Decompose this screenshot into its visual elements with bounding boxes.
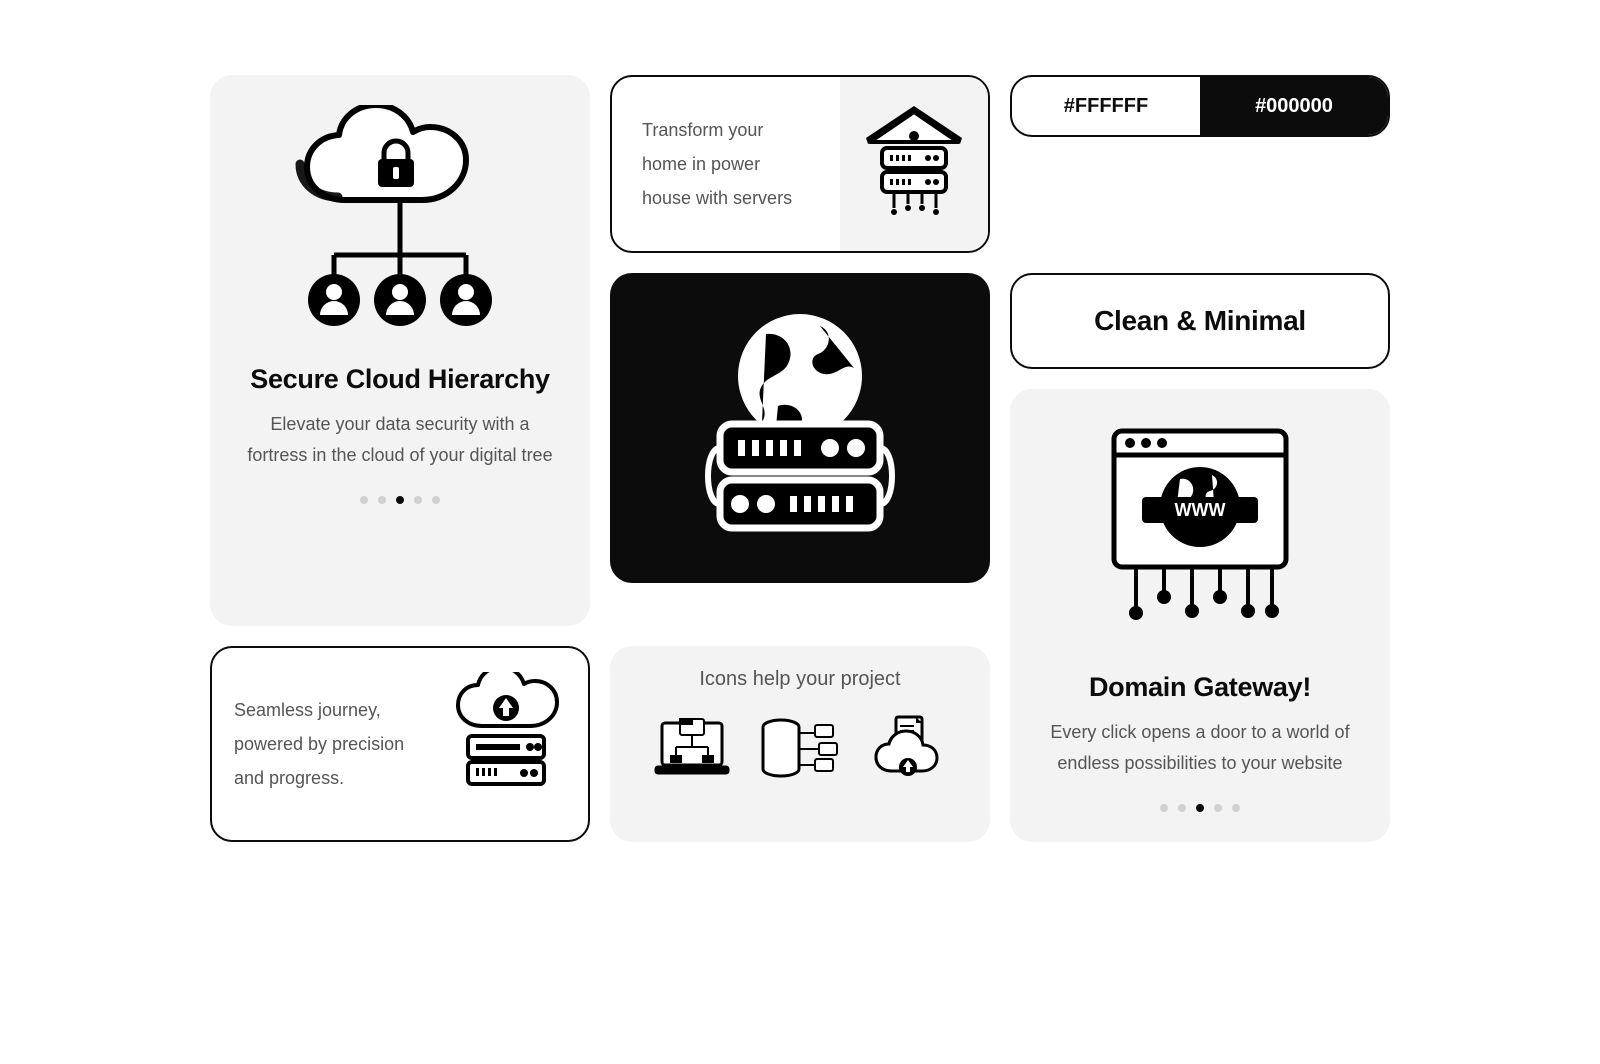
card-seamless-journey: Seamless journey, powered by precision a… [210, 646, 590, 842]
card-title: Domain Gateway! [1089, 672, 1311, 703]
card-description: Every click opens a door to a world of e… [1040, 717, 1360, 778]
card-clean-minimal: Clean & Minimal [1010, 273, 1390, 369]
browser-www-network-icon: WWW [1100, 419, 1300, 644]
color-swatch-card: #FFFFFF #000000 [1010, 75, 1390, 137]
card-domain-gateway: WWW Domain Gateway! Every click opens a … [1010, 389, 1390, 842]
cloud-lock-hierarchy-icon [290, 105, 510, 340]
card-transform-home: Transform your home in power house with … [610, 75, 990, 253]
card-text: Seamless journey, powered by precision a… [234, 693, 436, 796]
card-title: Secure Cloud Hierarchy [250, 364, 550, 395]
swatch-light: #FFFFFF [1012, 77, 1200, 135]
home-server-icon [840, 77, 988, 251]
database-folders-icon [755, 713, 845, 790]
card-globe-server-feature [610, 273, 990, 583]
swatch-dark: #000000 [1200, 77, 1388, 135]
pagination-dots[interactable] [1160, 804, 1240, 812]
card-heading: Clean & Minimal [1094, 305, 1306, 337]
card-icons-help: Icons help your project [610, 646, 990, 842]
laptop-folder-icon [652, 713, 732, 790]
cloud-upload-doc-icon [868, 713, 948, 790]
globe-server-icon [670, 296, 930, 561]
svg-text:WWW: WWW [1175, 500, 1226, 520]
card-title: Icons help your project [699, 668, 900, 691]
cloud-upload-server-icon [446, 672, 566, 817]
pagination-dots[interactable] [360, 496, 440, 504]
card-description: Elevate your data security with a fortre… [240, 409, 560, 470]
card-secure-cloud-hierarchy: Secure Cloud Hierarchy Elevate your data… [210, 75, 590, 626]
card-text: Transform your home in power house with … [642, 113, 810, 216]
